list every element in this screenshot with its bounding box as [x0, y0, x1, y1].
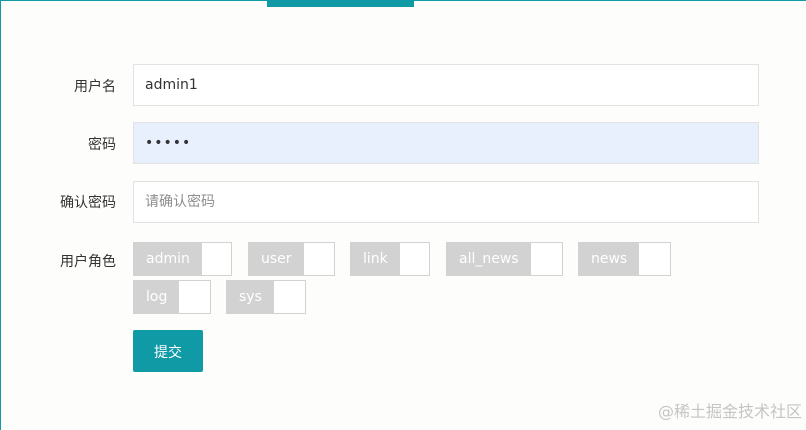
watermark: @稀土掘金技术社区 [657, 402, 802, 421]
role-switch-label: admin [134, 243, 202, 275]
switch-knob [530, 243, 562, 275]
role-switch-news[interactable]: news [578, 242, 671, 276]
role-switch-all-news[interactable]: all_news [446, 242, 563, 276]
role-switch-label: all_news [447, 243, 531, 275]
role-switch-label: user [249, 243, 304, 275]
switch-knob [399, 243, 429, 275]
roles-label: 用户角色 [60, 254, 116, 270]
username-input[interactable]: admin1 [133, 64, 759, 106]
role-switch-link[interactable]: link [350, 242, 430, 276]
switch-knob [201, 243, 231, 275]
active-tab-indicator [267, 0, 414, 7]
confirm-password-input[interactable]: 请确认密码 [133, 181, 759, 223]
role-switch-sys[interactable]: sys [226, 280, 306, 314]
switch-knob [303, 243, 334, 275]
switch-knob [639, 243, 670, 275]
role-switch-user[interactable]: user [248, 242, 335, 276]
switch-knob [273, 281, 305, 313]
password-label: 密码 [88, 137, 116, 153]
switch-knob [179, 281, 210, 313]
submit-button[interactable]: 提交 [133, 330, 203, 372]
role-switch-label: sys [227, 281, 274, 313]
role-switch-admin[interactable]: admin [133, 242, 232, 276]
username-label: 用户名 [74, 79, 116, 95]
confirm-password-label: 确认密码 [60, 195, 116, 211]
role-switch-label: log [134, 281, 180, 313]
password-input[interactable]: ••••• [133, 122, 759, 164]
role-switch-label: link [351, 243, 400, 275]
role-switch-log[interactable]: log [133, 280, 211, 314]
role-switch-label: news [579, 243, 640, 275]
